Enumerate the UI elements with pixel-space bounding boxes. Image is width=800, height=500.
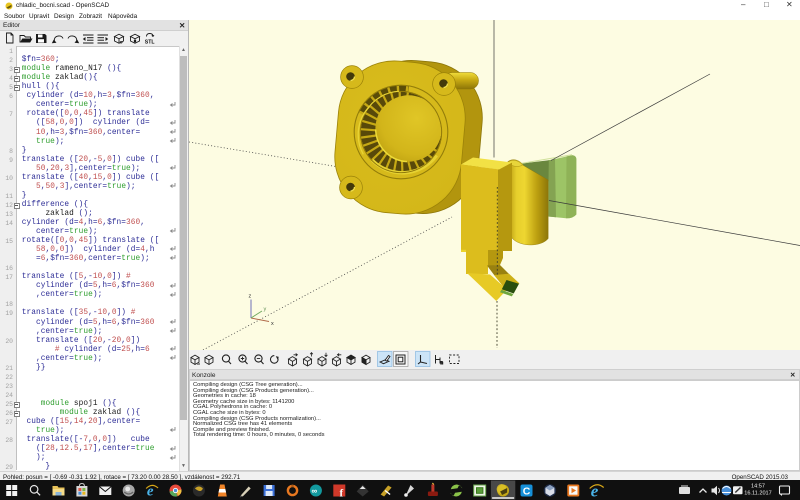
svg-text:y: y xyxy=(264,307,267,313)
svg-text:»: » xyxy=(197,362,200,368)
svg-text:z: z xyxy=(249,294,252,300)
svg-text:x: x xyxy=(271,321,274,327)
svg-text:14:57: 14:57 xyxy=(751,484,765,490)
svg-text:f: f xyxy=(340,487,344,499)
svg-text:STL: STL xyxy=(145,40,156,46)
svg-text:16.11.2017: 16.11.2017 xyxy=(744,491,772,497)
svg-text:∞: ∞ xyxy=(312,486,318,495)
svg-text:C: C xyxy=(523,486,531,498)
